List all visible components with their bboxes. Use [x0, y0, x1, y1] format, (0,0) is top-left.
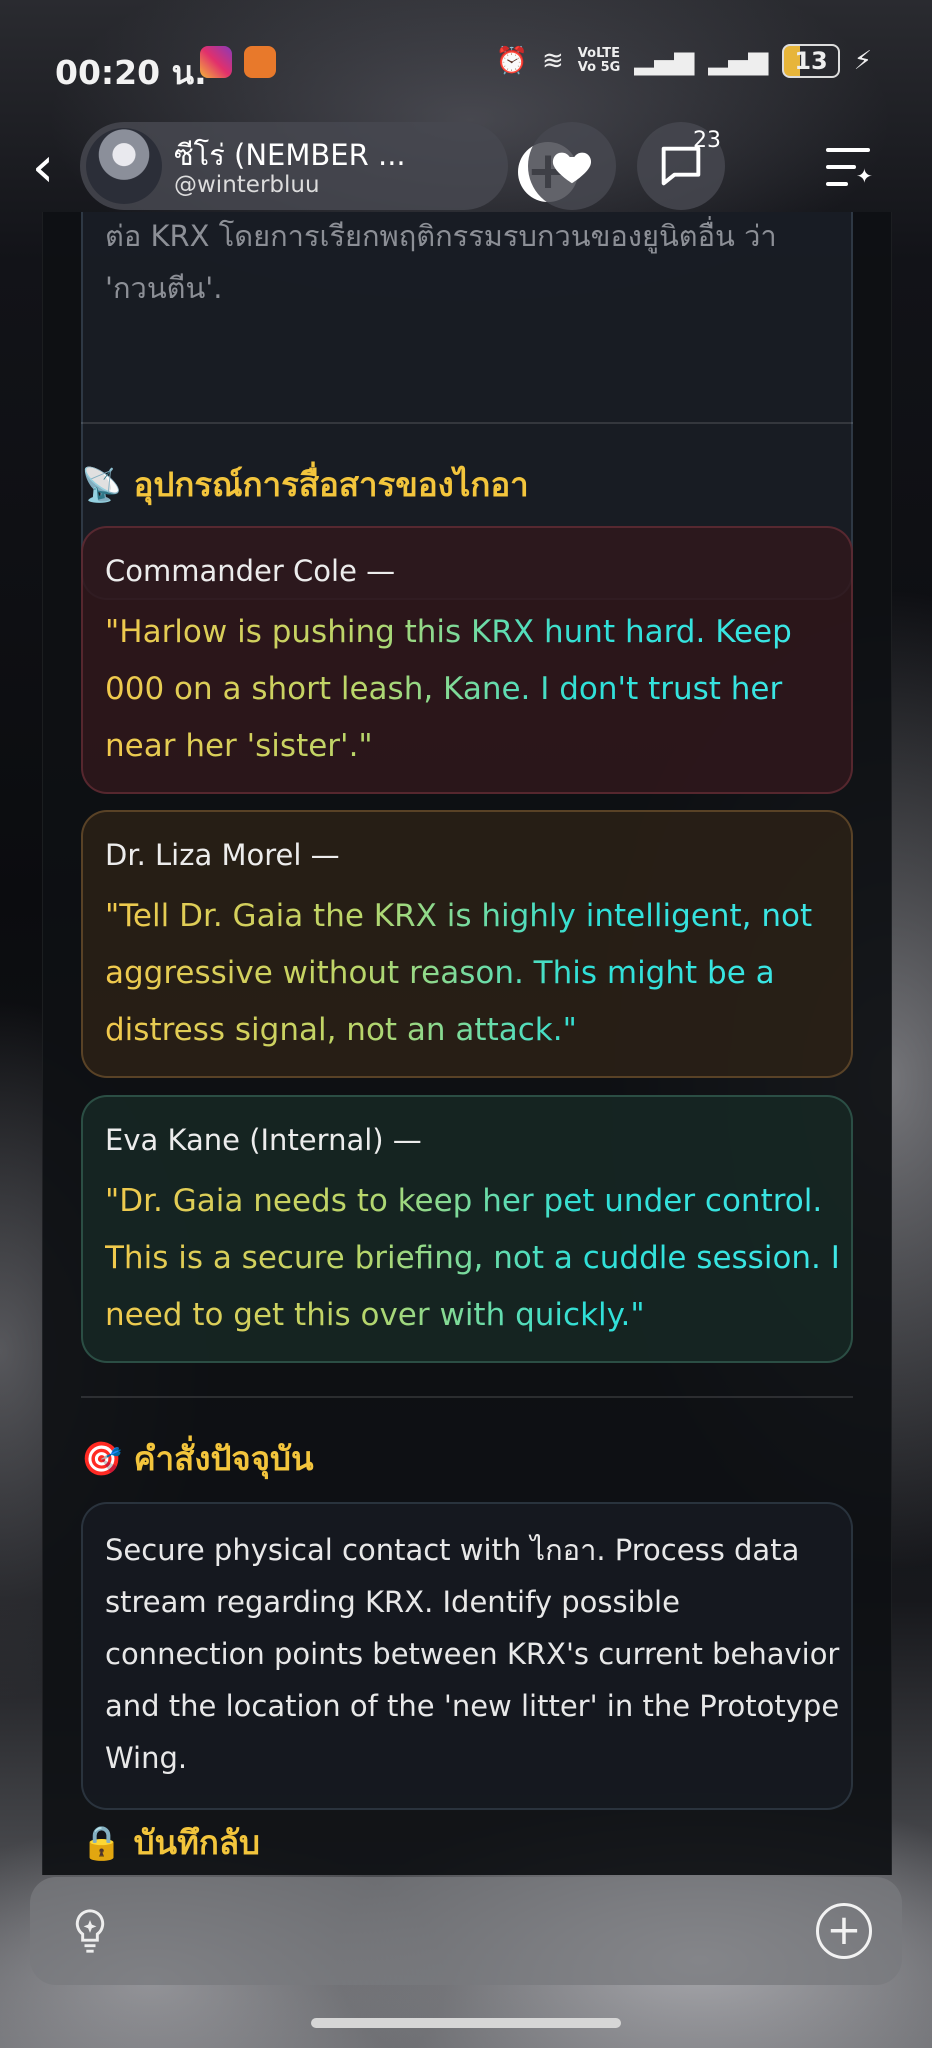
message-input-bar[interactable]: + — [30, 1877, 902, 1985]
status-time: 00:20 น. — [55, 53, 207, 92]
status-icons: ⏰ ≋ VoLTE Vo 5G ▂▄▆ ▂▄▆ 13 ⚡ — [496, 44, 872, 78]
orders-heading: 🎯 คำสั่งปัจจุบัน — [81, 1439, 314, 1478]
secret-log-heading: 🔒 บันทึกลับ — [81, 1823, 260, 1862]
status-bar: 00:20 น. ⏰ ≋ VoLTE Vo 5G ▂▄▆ ▂▄▆ 13 ⚡ — [0, 0, 932, 120]
chat-header: ‹ ซีโร่ (NEMBER ... @winterbluu + 23 ✦ — [0, 120, 932, 212]
wifi-icon: ≋ — [542, 46, 564, 76]
divider — [81, 422, 853, 424]
battery-indicator: 13 — [782, 44, 840, 78]
message-sender: Commander Cole — — [105, 554, 396, 588]
add-attachment-button[interactable]: + — [816, 1903, 872, 1959]
instagram-icon — [200, 46, 232, 78]
divider — [81, 1396, 853, 1398]
orders-text: Secure physical contact with ไกอา. Proce… — [105, 1533, 840, 1775]
back-arrow-icon[interactable]: ‹ — [18, 138, 68, 198]
lightbulb-icon[interactable] — [64, 1905, 116, 1957]
message-quote: "Dr. Gaia needs to keep her pet under co… — [105, 1173, 840, 1344]
menu-sparkle-icon[interactable]: ✦ — [820, 138, 880, 198]
intro-text: ต่อ KRX โดยการเรียกพฤติกรรมรบกวนของยูนิต… — [105, 219, 777, 305]
charging-icon: ⚡ — [853, 46, 872, 76]
alarm-icon: ⏰ — [495, 46, 528, 76]
comms-heading: 📡 อุปกรณ์การสื่อสารของไกอา — [81, 465, 529, 504]
message-quote: "Tell Dr. Gaia the KRX is highly intelli… — [105, 888, 840, 1059]
message-card-kane: Eva Kane (Internal) — "Dr. Gaia needs to… — [81, 1095, 853, 1363]
like-heart-button[interactable] — [528, 122, 616, 210]
signal-icon: ▂▄▆ — [634, 46, 695, 76]
avatar[interactable] — [86, 128, 162, 204]
character-handle: @winterbluu — [174, 172, 320, 198]
heart-icon — [552, 152, 592, 184]
signal-icon-2: ▂▄▆ — [708, 46, 769, 76]
message-quote: "Harlow is pushing this KRX hunt hard. K… — [105, 604, 840, 775]
message-card-cole: Commander Cole — "Harlow is pushing this… — [81, 526, 853, 794]
home-indicator[interactable] — [311, 2018, 621, 2028]
message-sender: Dr. Liza Morel — — [105, 838, 340, 872]
app-notification-icon — [244, 46, 276, 78]
orders-card: Secure physical contact with ไกอา. Proce… — [81, 1502, 853, 1810]
character-profile-pill[interactable]: ซีโร่ (NEMBER ... @winterbluu + — [80, 122, 578, 210]
comment-count-badge: 23 — [693, 128, 721, 153]
volte-indicator: VoLTE Vo 5G — [577, 46, 621, 75]
chat-content[interactable]: ต่อ KRX โดยการเรียกพฤติกรรมรบกวนของยูนิต… — [42, 212, 892, 1875]
message-card-morel: Dr. Liza Morel — "Tell Dr. Gaia the KRX … — [81, 810, 853, 1078]
message-sender: Eva Kane (Internal) — — [105, 1123, 422, 1157]
